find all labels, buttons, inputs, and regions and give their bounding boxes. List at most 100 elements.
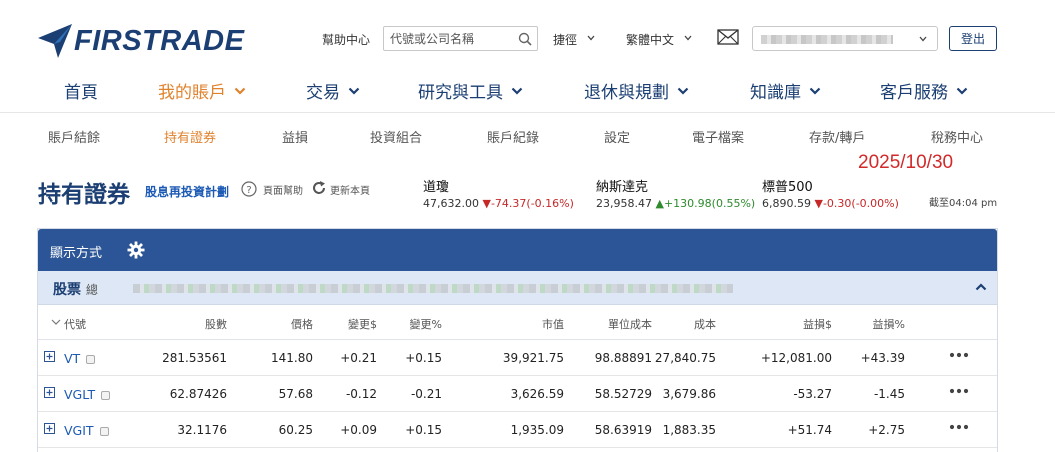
symbol-text: VGIT (64, 423, 94, 438)
display-options-label[interactable]: 顯示方式 (50, 242, 102, 261)
subnav-portfolio[interactable]: 投資組合 (370, 127, 422, 146)
subnav-tax-center[interactable]: 稅務中心 (931, 127, 983, 146)
index-name: 標普500 (762, 180, 813, 195)
symbol-link[interactable]: VGIT (64, 423, 109, 438)
nav-knowledge-base[interactable]: 知識庫 (750, 78, 821, 103)
subnav-gain-loss[interactable]: 益損 (282, 127, 308, 146)
panel-header: 顯示方式 (38, 229, 997, 271)
table-row: VGIT 32.1176 60.25 +0.09 +0.15 1,935.09 58.639… (38, 412, 997, 448)
quote-badge-icon[interactable] (99, 427, 109, 436)
cell-price: 141.80 (271, 351, 313, 365)
nav-my-account[interactable]: 我的賬戶 (158, 78, 246, 103)
cell-change-pct: +0.15 (405, 351, 442, 365)
symbol-link[interactable]: VGLT (64, 387, 111, 402)
nav-label: 我的賬戶 (158, 83, 226, 103)
shortcut-menu[interactable]: 捷徑 (553, 31, 595, 48)
nav-customer-service[interactable]: 客戶服務 (880, 78, 968, 103)
stocks-section-header[interactable]: 股票 總 (38, 271, 997, 305)
more-actions-icon[interactable] (949, 388, 969, 394)
subnav-balances[interactable]: 賬戶結餘 (48, 127, 100, 146)
expand-plus-icon[interactable] (44, 387, 55, 398)
refresh-icon[interactable] (311, 180, 327, 196)
col-unit-cost[interactable]: 單位成本 (608, 316, 652, 332)
chevron-down-icon (919, 36, 927, 42)
sort-chevron-icon[interactable] (51, 319, 61, 326)
cell-market-value: 3,626.59 (510, 387, 564, 401)
col-gain-loss[interactable]: 益損$ (803, 316, 832, 332)
cell-cost: 3,679.86 (662, 387, 716, 401)
chevron-up-icon[interactable] (975, 283, 987, 291)
table-row: VGLT 62.87426 57.68 -0.12 -0.21 3,626.59 58.52… (38, 376, 997, 412)
page-help-link[interactable]: 頁面幫助 (263, 182, 303, 197)
nav-label: 客戶服務 (880, 83, 948, 103)
cell-change-dollar: +0.21 (340, 351, 377, 365)
table-header-row: 代號 股數 價格 變更$ 變更% 市值 單位成本 成本 益損$ 益損% (38, 305, 997, 340)
col-symbol[interactable]: 代號 (64, 316, 86, 332)
firstrade-logo[interactable]: FIRSTRADE (38, 24, 244, 58)
as-of-time: 截至04:04 pm (929, 198, 998, 209)
cell-cost: 1,883.35 (662, 423, 716, 437)
col-gain-loss-pct[interactable]: 益損% (873, 316, 905, 332)
symbol-search-box[interactable] (383, 26, 538, 51)
drip-plan-link[interactable]: 股息再投資計劃 (145, 183, 229, 200)
col-price[interactable]: 價格 (291, 316, 313, 332)
col-change-dollar[interactable]: 變更$ (348, 316, 377, 332)
subnav-deposit-transfer[interactable]: 存款/轉戶 (809, 127, 865, 146)
cell-gain-loss: +51.74 (787, 423, 832, 437)
index-name: 道瓊 (423, 180, 450, 195)
cell-price: 60.25 (278, 423, 313, 437)
quote-badge-icon[interactable] (101, 391, 111, 400)
cell-change-dollar: +0.09 (340, 423, 377, 437)
language-menu[interactable]: 繁體中文 (626, 31, 692, 48)
subnav-settings[interactable]: 設定 (604, 127, 630, 146)
section-title-label: 股票 (53, 282, 81, 298)
expand-plus-icon[interactable] (44, 351, 55, 362)
mail-icon[interactable] (717, 29, 739, 45)
search-icon[interactable] (518, 32, 532, 46)
help-center-link[interactable]: 幫助中心 (322, 31, 370, 48)
index-sp500: 標普500 6,890.59 ▼-0.30(-0.00%) (762, 176, 899, 210)
chevron-down-icon (587, 35, 595, 41)
index-arrow: ▼ (482, 197, 491, 210)
cell-gain-loss-pct: +2.75 (868, 423, 905, 437)
col-cost[interactable]: 成本 (694, 316, 716, 332)
nav-label: 研究與工具 (418, 83, 503, 103)
chevron-down-icon (234, 87, 246, 95)
nav-label: 知識庫 (750, 83, 801, 103)
expand-plus-icon[interactable] (44, 423, 55, 434)
quote-badge-icon[interactable] (86, 355, 96, 364)
symbol-link[interactable]: VT (64, 351, 96, 366)
subnav-account-history[interactable]: 賬戶紀錄 (487, 127, 539, 146)
nav-research-tools[interactable]: 研究與工具 (418, 78, 523, 103)
col-change-pct[interactable]: 變更% (410, 316, 442, 332)
col-shares[interactable]: 股數 (205, 316, 227, 332)
nav-trade[interactable]: 交易 (306, 78, 360, 103)
redacted-section-summary (133, 284, 733, 293)
positions-table-body: VT 281.53561 141.80 +0.21 +0.15 39,921.75 98.8… (38, 340, 997, 448)
index-value: 6,890.59 (762, 197, 811, 210)
account-selector[interactable] (752, 26, 938, 51)
more-actions-icon[interactable] (949, 352, 969, 358)
col-market-value[interactable]: 市值 (542, 316, 564, 332)
top-header: FIRSTRADE 幫助中心 捷徑 繁體中文 登出 首頁 我的賬戶 交易 研究與… (0, 0, 1055, 113)
index-quote: 47,632.00 ▼-74.37(-0.16%) (423, 197, 574, 210)
cell-price: 57.68 (278, 387, 313, 401)
chevron-down-icon (511, 87, 523, 95)
help-circle-icon[interactable]: ? (241, 181, 257, 197)
chevron-down-icon (956, 87, 968, 95)
cell-market-value: 39,921.75 (502, 351, 564, 365)
nav-retirement-planning[interactable]: 退休與規劃 (584, 78, 689, 103)
index-change: -74.37(-0.16%) (490, 197, 574, 210)
more-actions-icon[interactable] (949, 424, 969, 430)
svg-text:?: ? (246, 185, 251, 196)
logout-button[interactable]: 登出 (949, 26, 997, 51)
symbol-search-input[interactable] (384, 27, 509, 50)
index-quote: 23,958.47 ▲+130.98(0.55%) (596, 197, 755, 210)
gear-icon[interactable] (127, 241, 145, 259)
refresh-page-link[interactable]: 更新本頁 (330, 182, 370, 197)
account-sub-navigation: 賬戶結餘 持有證券 益損 投資組合 賬戶紀錄 設定 電子檔案 存款/轉戶 稅務中… (0, 127, 1055, 146)
chevron-down-icon (809, 87, 821, 95)
nav-home[interactable]: 首頁 (64, 78, 98, 103)
subnav-positions[interactable]: 持有證券 (164, 127, 216, 146)
subnav-e-documents[interactable]: 電子檔案 (692, 127, 744, 146)
